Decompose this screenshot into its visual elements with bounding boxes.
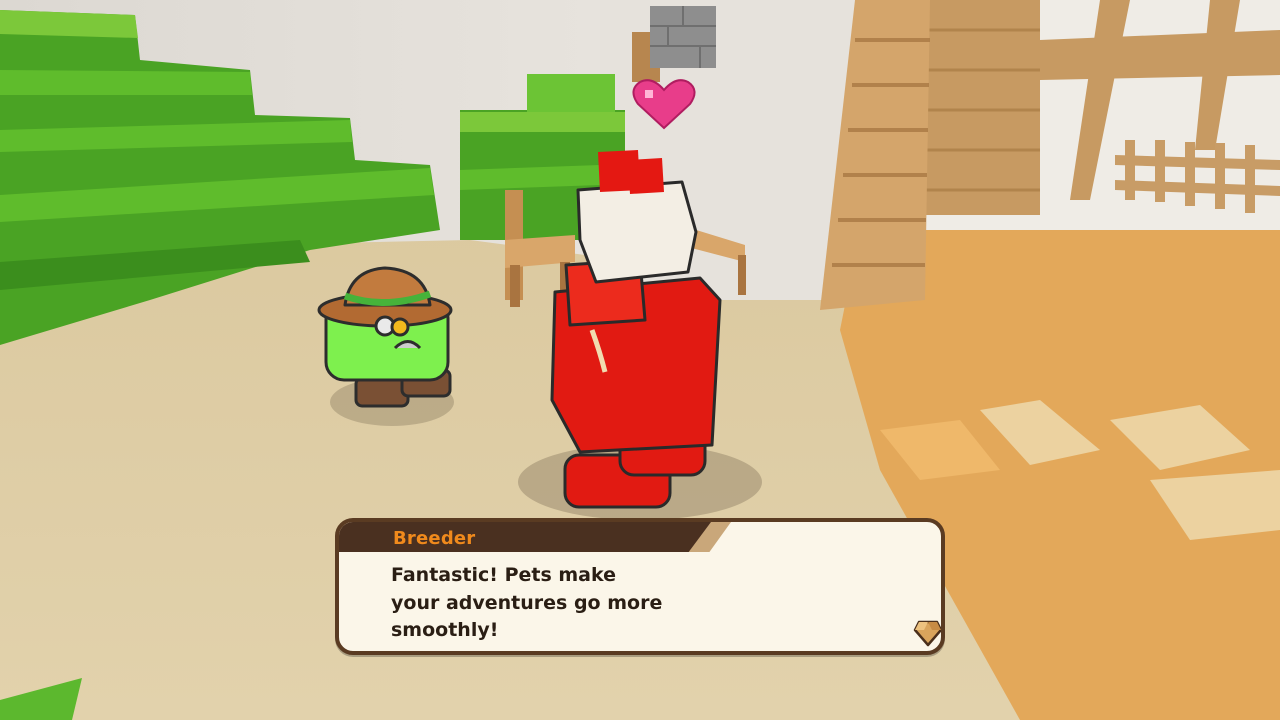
speaker-name: Breeder	[393, 528, 476, 549]
wood-pillar-back	[920, 0, 1040, 215]
gem-advance-icon[interactable]	[913, 618, 943, 648]
dialog-text: Fantastic! Pets make your adventures go …	[391, 564, 663, 641]
dialog-box[interactable]: Breeder Fantastic! Pets make your advent…	[335, 518, 945, 655]
